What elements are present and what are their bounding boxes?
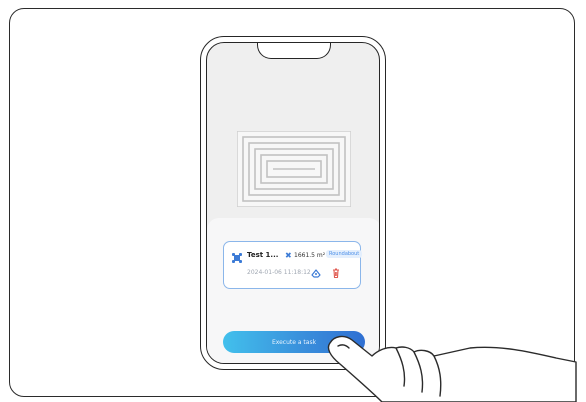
- hand-pointer-icon: [327, 335, 577, 402]
